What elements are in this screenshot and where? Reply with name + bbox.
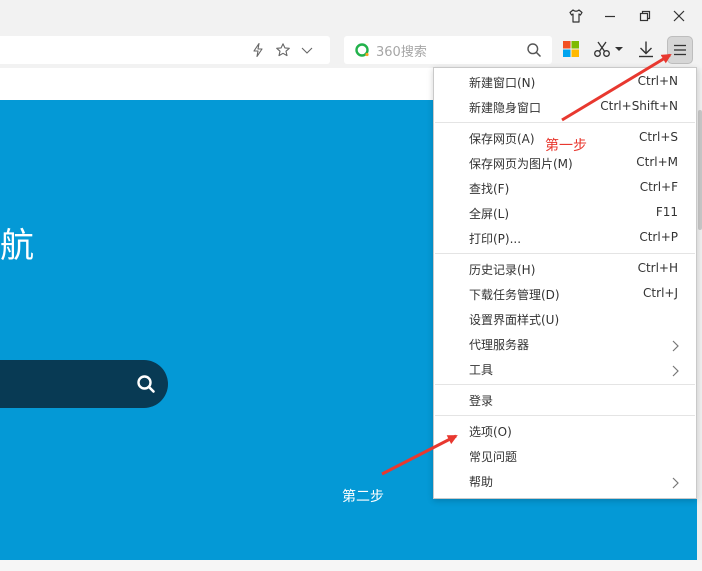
menu-item-0-0[interactable]: 新建窗口(N) Ctrl+N <box>434 70 696 94</box>
address-bar[interactable] <box>0 36 330 64</box>
search-box[interactable]: 360搜索 <box>344 36 552 64</box>
menu-item-label: 设置界面样式(U) <box>469 313 560 327</box>
hamburger-menu-button[interactable] <box>667 36 693 64</box>
menu-item-1-4[interactable]: 打印(P)... Ctrl+P <box>434 226 696 250</box>
menu-item-4-0[interactable]: 选项(O) <box>434 419 696 443</box>
menu-item-label: 新建隐身窗口 <box>469 101 542 115</box>
lightning-icon[interactable] <box>250 42 266 58</box>
scrollbar-thumb[interactable] <box>698 110 702 230</box>
skin-icon[interactable] <box>563 4 589 28</box>
menu-item-3-0[interactable]: 登录 <box>434 388 696 412</box>
menu-item-label: 查找(F) <box>469 182 510 196</box>
chevron-right-icon <box>671 474 679 493</box>
download-icon[interactable] <box>635 38 657 60</box>
menu-item-label: 历史记录(H) <box>469 263 536 277</box>
chevron-down-icon[interactable] <box>299 42 315 58</box>
menu-item-label: 登录 <box>469 394 494 408</box>
menu-item-2-1[interactable]: 下载任务管理(D) Ctrl+J <box>434 282 696 306</box>
menu-item-label: 帮助 <box>469 475 494 489</box>
menu-item-shortcut: Ctrl+P <box>639 230 678 244</box>
menu-item-label: 常见问题 <box>469 450 518 464</box>
chevron-right-icon <box>671 362 679 381</box>
menu-item-shortcut: Ctrl+M <box>636 155 678 169</box>
menu-icon <box>674 44 686 56</box>
hero-search-bar[interactable] <box>0 360 168 408</box>
menu-item-label: 全屏(L) <box>469 207 510 221</box>
hero-title: 航 <box>0 226 34 266</box>
menu-item-4-1[interactable]: 常见问题 <box>434 444 696 468</box>
screenshot-dropdown-icon[interactable] <box>613 38 625 60</box>
menu-item-0-1[interactable]: 新建隐身窗口 Ctrl+Shift+N <box>434 95 696 119</box>
title-bar <box>0 0 702 32</box>
browser-toolbar: 360搜索 <box>0 32 702 68</box>
menu-item-label: 保存网页(A) <box>469 132 535 146</box>
search-icon[interactable] <box>136 374 156 398</box>
menu-item-2-2[interactable]: 设置界面样式(U) <box>434 307 696 331</box>
apps-icon[interactable] <box>560 38 582 60</box>
menu-item-1-3[interactable]: 全屏(L) F11 <box>434 201 696 225</box>
chevron-right-icon <box>671 337 679 356</box>
menu-item-label: 选项(O) <box>469 425 512 439</box>
menu-item-shortcut: F11 <box>655 205 678 219</box>
status-strip <box>0 560 702 571</box>
menu-item-2-0[interactable]: 历史记录(H) Ctrl+H <box>434 257 696 281</box>
step1-label: 第一步 <box>545 138 587 154</box>
browser-main-menu: 新建窗口(N) Ctrl+N 新建隐身窗口 Ctrl+Shift+N 保存网页(A) Ct… <box>433 67 697 499</box>
menu-item-shortcut: Ctrl+Shift+N <box>600 99 678 113</box>
step2-label: 第二步 <box>342 489 384 505</box>
menu-separator <box>435 415 695 416</box>
star-icon[interactable] <box>275 42 291 58</box>
menu-item-label: 下载任务管理(D) <box>469 288 560 302</box>
search-placeholder: 360搜索 <box>376 45 427 60</box>
restore-button[interactable] <box>632 4 658 28</box>
menu-separator <box>435 253 695 254</box>
menu-item-2-3[interactable]: 代理服务器 <box>434 332 696 356</box>
menu-item-label: 新建窗口(N) <box>469 76 536 90</box>
minimize-button[interactable] <box>597 4 623 28</box>
menu-item-shortcut: Ctrl+S <box>638 130 678 144</box>
menu-item-shortcut: Ctrl+H <box>637 261 678 275</box>
menu-item-label: 保存网页为图片(M) <box>469 157 573 171</box>
menu-separator <box>435 122 695 123</box>
menu-item-shortcut: Ctrl+N <box>637 74 678 88</box>
menu-item-1-2[interactable]: 查找(F) Ctrl+F <box>434 176 696 200</box>
menu-item-label: 代理服务器 <box>469 338 530 352</box>
menu-item-shortcut: Ctrl+F <box>639 180 678 194</box>
menu-item-label: 工具 <box>469 363 494 377</box>
scissors-icon[interactable] <box>591 38 613 60</box>
search-icon[interactable] <box>526 42 542 62</box>
menu-item-label: 打印(P)... <box>469 232 522 246</box>
360-logo-icon <box>354 42 370 62</box>
close-button[interactable] <box>666 4 692 28</box>
menu-item-2-4[interactable]: 工具 <box>434 357 696 381</box>
menu-item-shortcut: Ctrl+J <box>643 286 678 300</box>
menu-separator <box>435 384 695 385</box>
menu-item-4-2[interactable]: 帮助 <box>434 469 696 493</box>
